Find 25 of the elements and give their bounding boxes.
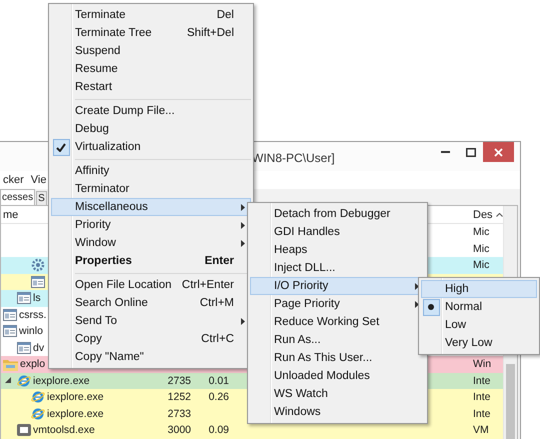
cpu-cell-text: 0.09 xyxy=(208,424,230,436)
pid-cell-text: 1252 xyxy=(166,391,192,404)
description-cell-text: Inte xyxy=(472,374,492,387)
description-cell-text: Win xyxy=(472,358,492,370)
process-name: iexplore.exe xyxy=(33,374,90,387)
window-title: WIN8-PC\User] xyxy=(252,151,335,165)
pid-cell-text: 2733 xyxy=(166,408,192,420)
description-cell-text: VM xyxy=(472,424,490,436)
description-cell-text: Inte xyxy=(472,391,492,404)
process-name: iexplore.exe xyxy=(47,408,104,420)
process-name: ls xyxy=(33,292,41,304)
pid-cell-text: 2735 xyxy=(166,374,192,387)
description-cell-text: Mic xyxy=(472,242,490,255)
process-name: dv xyxy=(33,342,44,354)
process-name: explo xyxy=(20,358,46,370)
pid-cell-text: 3000 xyxy=(166,424,192,436)
process-name: iexplore.exe xyxy=(47,391,104,404)
process-name: winlo xyxy=(19,325,43,338)
cpu-cell-text: 0.26 xyxy=(208,391,230,404)
cpu-cell-text: 0.01 xyxy=(208,374,230,387)
description-cell-text: Inte xyxy=(472,408,492,420)
process-name: vmtoolsd.exe xyxy=(33,424,95,436)
description-cell-text: Mic xyxy=(472,226,490,238)
process-name: csrss. xyxy=(19,308,46,321)
description-cell-text: Mic xyxy=(472,259,490,272)
